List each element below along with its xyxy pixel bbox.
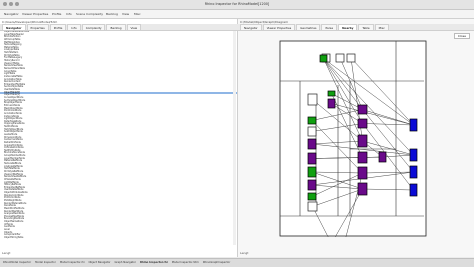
graph-node[interactable]: [357, 151, 368, 164]
right-tab-parse[interactable]: Parse: [321, 24, 338, 30]
graph-node[interactable]: [409, 165, 418, 179]
graph-node[interactable]: [319, 54, 328, 63]
graph-node[interactable]: [307, 192, 317, 201]
toolbar-tab[interactable]: Info: [66, 12, 72, 16]
left-tab-info[interactable]: Info: [67, 24, 81, 30]
left-tab-backlog[interactable]: Backlog: [106, 24, 126, 30]
graph-node[interactable]: [378, 151, 387, 163]
window-title: Rhino Inspector for RhinoModel[1200]: [204, 2, 270, 6]
right-tab-navigator[interactable]: Navigator: [240, 24, 262, 30]
right-tab-misc[interactable]: Misc: [374, 24, 389, 30]
title-bar: Rhino Inspector for RhinoModel[1200]: [0, 0, 474, 10]
graph-node[interactable]: [307, 166, 317, 178]
object-graph-diagram[interactable]: [278, 39, 428, 237]
graph-border: [279, 40, 427, 237]
toolbar-tab[interactable]: View: [122, 12, 129, 16]
graph-node[interactable]: [327, 90, 336, 97]
toolbar-tab[interactable]: Viewer Properties: [22, 12, 48, 16]
graph-node[interactable]: [357, 134, 368, 148]
right-tab-bar: Navigator Viewer Properties Geometries P…: [238, 24, 474, 31]
graph-node[interactable]: [307, 138, 317, 150]
close-button[interactable]: Close: [453, 33, 470, 39]
graph-node[interactable]: [307, 126, 317, 137]
object-tree-list[interactable]: ObjectTablePlaceholder LayerTableHeader Bl…: [0, 31, 237, 245]
graph-node[interactable]: [409, 183, 418, 197]
left-scrollbar[interactable]: [233, 31, 236, 245]
left-tab-properties[interactable]: Properties: [26, 24, 49, 30]
graph-node[interactable]: [335, 53, 345, 63]
left-tab-view[interactable]: View: [126, 24, 142, 30]
left-tab-complexity[interactable]: Complexity: [81, 24, 106, 30]
graph-node[interactable]: [409, 118, 418, 132]
left-tab-navigator[interactable]: Navigator: [2, 24, 26, 30]
graph-node[interactable]: [409, 148, 418, 162]
left-tab-profile[interactable]: Profile: [49, 24, 67, 30]
toolbar-tab[interactable]: Profile: [52, 12, 61, 16]
right-tab-geometries[interactable]: Geometries: [296, 24, 321, 30]
toolbar-tab[interactable]: Scene Complexity: [76, 12, 103, 16]
graph-node[interactable]: [307, 152, 317, 165]
toolbar-tab[interactable]: Backlog: [106, 12, 118, 16]
right-tab-table[interactable]: Table: [358, 24, 374, 30]
right-panel: C:/Model/Object/Graph/Diagram Navigator …: [238, 19, 474, 257]
graph-node[interactable]: [307, 93, 318, 106]
left-tab-bar: Navigator Properties Profile Info Comple…: [0, 24, 239, 31]
main-toolbar: Navigator Viewer Properties Profile Info…: [0, 10, 474, 19]
toolbar-tab[interactable]: Misc: [134, 12, 141, 16]
graph-node[interactable]: [307, 116, 317, 125]
graph-node[interactable]: [307, 201, 318, 212]
graph-node[interactable]: [346, 53, 356, 63]
left-panel: C:/Users/Developer/RhinoModel/3dm Naviga…: [0, 19, 239, 257]
list-item[interactable]: ObjectStringTable: [0, 236, 237, 240]
graph-node[interactable]: [357, 182, 368, 196]
left-footer: Lengt: [2, 251, 11, 255]
graph-node[interactable]: [307, 179, 317, 191]
graph-node[interactable]: [357, 104, 368, 115]
toolbar-tab[interactable]: Navigator: [4, 12, 19, 16]
graph-node[interactable]: [357, 166, 368, 180]
right-footer: Lengt: [240, 251, 249, 255]
right-tab-viewer-properties[interactable]: Viewer Properties: [262, 24, 296, 30]
graph-node[interactable]: [357, 118, 368, 129]
right-tab-nearby[interactable]: Nearby: [338, 24, 358, 30]
graph-node[interactable]: [327, 98, 336, 109]
